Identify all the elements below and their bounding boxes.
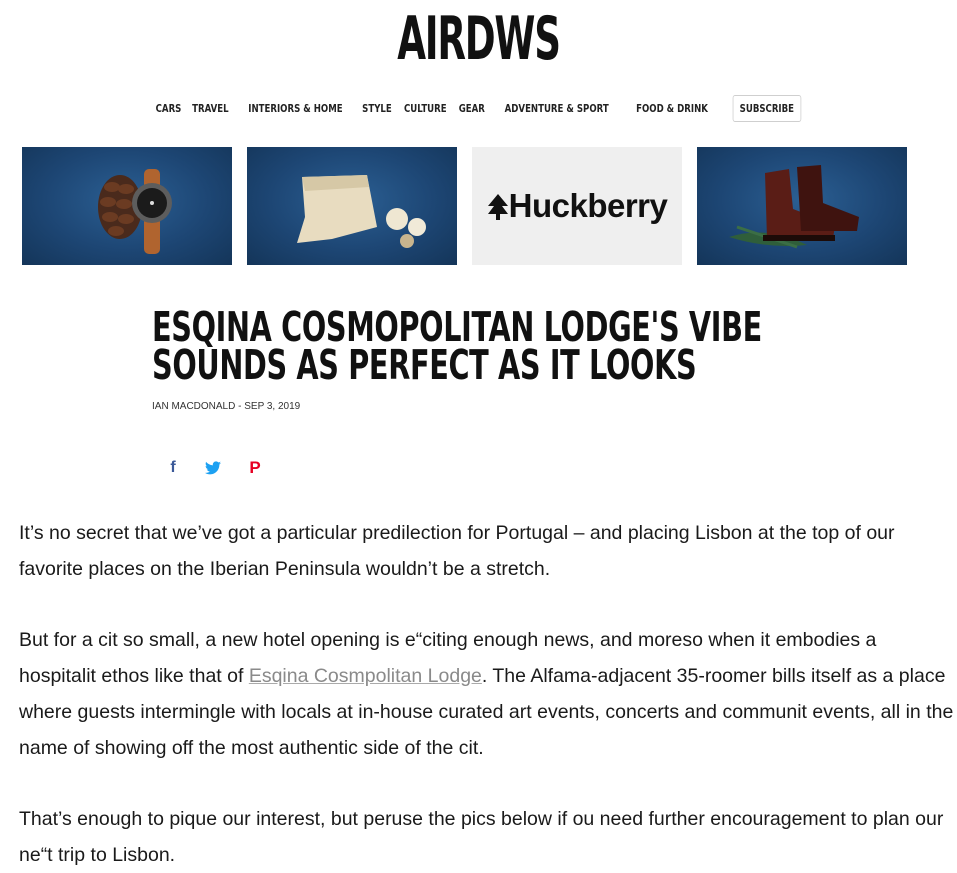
nav-adventure-sport[interactable]: ADVENTURE & SPORT	[501, 102, 613, 115]
esqina-lodge-link[interactable]: Esqina Cosmpolitan Lodge	[249, 665, 482, 687]
article-paragraph-3: That’s enough to pique our interest, but…	[19, 808, 944, 866]
article-headline: ESQINA COSMOPOLITAN LODGE'S VIBE SOUNDS …	[152, 307, 762, 389]
ad-banner-watch[interactable]	[22, 147, 232, 265]
twitter-bird-glyph	[205, 461, 221, 475]
tree-icon	[487, 194, 508, 220]
nav-food-drink[interactable]: FOOD & DRINK	[632, 102, 712, 115]
nav-interiors-home[interactable]: INTERIORS & HOME	[245, 102, 347, 115]
headline-line-2: SOUNDS AS PERFECT AS IT LOOKS	[152, 341, 697, 389]
twitter-icon[interactable]	[205, 458, 221, 478]
ad-banner-huckberry[interactable]: Huckberry	[472, 147, 682, 265]
huckberry-brand: Huckberry	[508, 187, 668, 224]
article-paragraph-1: It’s no secret that we’ve got a particul…	[19, 522, 895, 580]
subscribe-button[interactable]: SUBSCRIBE	[732, 95, 801, 122]
site-logo[interactable]: AIRDWS	[182, 4, 775, 74]
facebook-icon[interactable]: f	[165, 458, 181, 478]
watch-pinecone-image	[98, 169, 172, 254]
main-nav: CARS TRAVEL INTERIORS & HOME STYLE CULTU…	[0, 95, 957, 122]
nav-culture[interactable]: CULTURE	[400, 102, 450, 115]
article-byline: IAN MACDONALD - SEP 3, 2019	[152, 401, 301, 412]
nav-style[interactable]: STYLE	[359, 102, 396, 115]
huckberry-logo: Huckberry	[487, 187, 668, 225]
pinterest-icon[interactable]: P	[247, 458, 263, 478]
ad-banner-boots[interactable]	[697, 147, 907, 265]
nav-gear[interactable]: GEAR	[455, 102, 489, 115]
nav-cars[interactable]: CARS	[151, 102, 185, 115]
article-paragraph-2: But for a cit so small, a new hotel open…	[19, 622, 954, 766]
nav-travel[interactable]: TRAVEL	[188, 102, 232, 115]
sweater-yarn-image	[297, 175, 426, 248]
ad-banner-sweater[interactable]	[247, 147, 457, 265]
boots-pine-image	[729, 165, 859, 249]
